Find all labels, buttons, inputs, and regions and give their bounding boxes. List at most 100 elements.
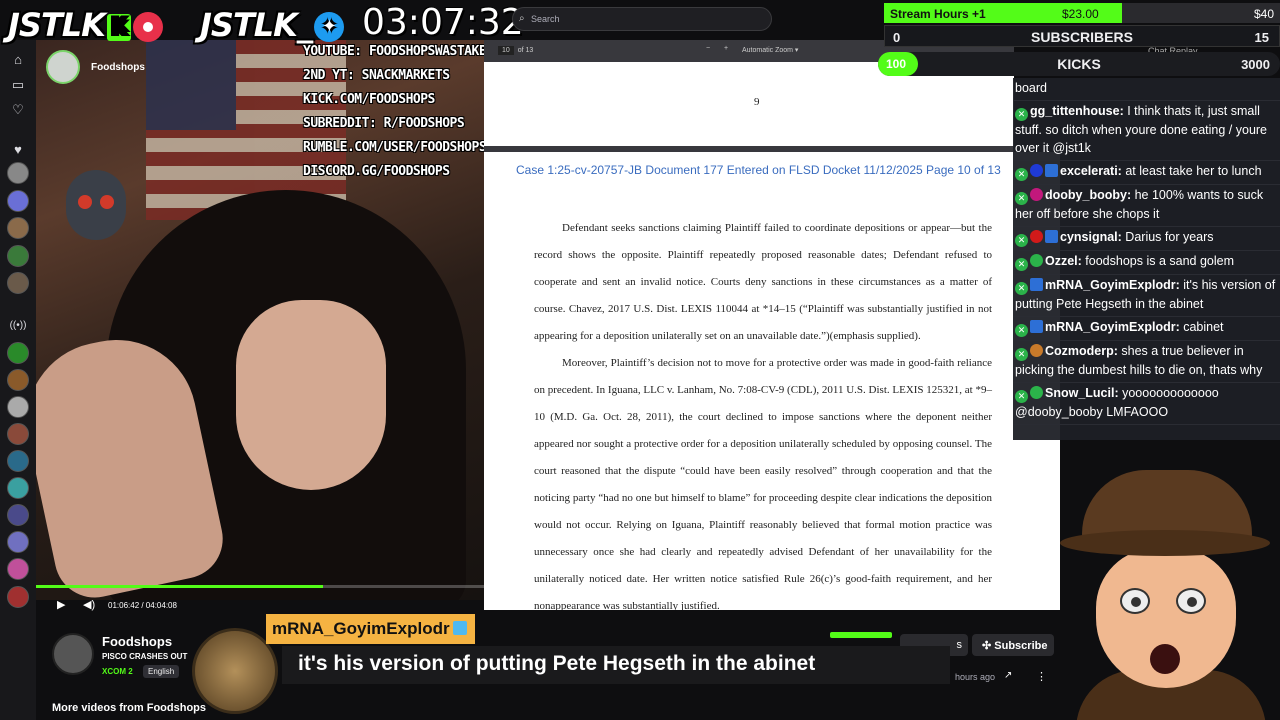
play-icon[interactable]: ▶ xyxy=(57,598,65,611)
fullscreen-icon[interactable]: ⛶ xyxy=(982,598,990,611)
channel-avatar[interactable] xyxy=(52,633,94,675)
video-progress-bar[interactable] xyxy=(36,585,1060,588)
chat-text: Darius for years xyxy=(1121,230,1214,244)
live-channel-avatar[interactable] xyxy=(7,423,29,445)
highlight-message: it's his version of putting Pete Hegseth… xyxy=(282,646,950,684)
chat-username[interactable]: Snow_Lucil: xyxy=(1045,386,1119,400)
zoom-out-icon[interactable]: − xyxy=(706,45,710,52)
speed-icon[interactable]: ◉ xyxy=(1009,598,1019,611)
screen: ⌂ ▭ ♡ ♥ ((•)) Foodshops JSTLKK JSTLK_✦ xyxy=(0,0,1280,720)
user-badge-icon xyxy=(1030,230,1043,243)
verified-badge-icon xyxy=(1030,320,1043,333)
kicks-target: 3000 xyxy=(1241,57,1270,72)
chat-message: ✕ Cozmoderp: shes a true believer in pick… xyxy=(1013,341,1280,383)
live-channel-avatar[interactable] xyxy=(7,342,29,364)
stream-hours-goal: Stream Hours +1 $23.00 $40 xyxy=(884,3,1280,23)
subscribers-goal: 0 SUBSCRIBERS 15 xyxy=(884,25,1280,47)
stream-age: hours ago xyxy=(955,672,996,682)
more-videos-heading: More videos from Foodshops xyxy=(52,702,207,714)
moderator-badge-icon: ✕ xyxy=(1015,192,1028,205)
live-channel-avatar[interactable] xyxy=(7,450,29,472)
moderator-badge-icon: ✕ xyxy=(1015,168,1028,181)
goal-current: $23.00 xyxy=(1062,7,1099,21)
chapters-icon[interactable]: ▭ xyxy=(902,598,912,611)
logo-text: JSTLK_ xyxy=(200,6,313,44)
following-icon[interactable]: ♡ xyxy=(8,100,28,120)
social-link: DISCORD.GG/FOODSHOPS xyxy=(303,164,450,179)
pdf-current-page: Case 1:25-cv-20757-JB Document 177 Enter… xyxy=(484,152,1060,610)
plush-toy-image xyxy=(66,170,126,240)
chat-username[interactable]: gg_tittenhouse: xyxy=(1030,104,1124,118)
live-channel-avatar[interactable] xyxy=(7,477,29,499)
volume-icon[interactable]: ◀) xyxy=(83,598,95,611)
goal-label: Stream Hours +1 xyxy=(890,7,986,21)
chat-text: board xyxy=(1015,81,1047,95)
live-channel-avatar[interactable] xyxy=(7,558,29,580)
highlight-username-text: mRNA_GoyimExplodr xyxy=(272,619,450,638)
verified-badge-icon xyxy=(1030,278,1043,291)
zoom-value: Automatic Zoom xyxy=(742,47,793,54)
moderator-badge-icon: ✕ xyxy=(1015,348,1028,361)
record-icon xyxy=(133,12,164,42)
chat-message: board xyxy=(1013,78,1280,101)
chat-text: at least take her to lunch xyxy=(1121,164,1262,178)
kicks-goal: 100 KICKS 3000 xyxy=(878,52,1280,76)
pdf-page-input[interactable]: 10 xyxy=(498,46,514,55)
followed-channel-avatar[interactable] xyxy=(7,272,29,294)
chat-username[interactable]: mRNA_GoyimExplodr: xyxy=(1045,278,1180,292)
stream-clock: 03:07:32 xyxy=(362,2,524,43)
moderator-badge-icon: ✕ xyxy=(1015,234,1028,247)
subscriber-badge-icon xyxy=(1045,230,1058,243)
home-icon[interactable]: ⌂ xyxy=(8,50,28,70)
zoom-select[interactable]: Automatic Zoom ▾ xyxy=(742,46,798,54)
pdf-page-number: 9 xyxy=(754,96,760,108)
logo-text: JSTLK xyxy=(8,6,106,44)
live-channel-avatar[interactable] xyxy=(7,531,29,553)
live-icon[interactable]: ((•)) xyxy=(8,316,28,336)
theatre-mode-icon[interactable]: ▭ xyxy=(955,598,965,611)
chat-message: ✕ dooby_booby: he 100% wants to suck her … xyxy=(1013,185,1280,227)
live-channel-avatar[interactable] xyxy=(7,396,29,418)
live-channel-avatar[interactable] xyxy=(7,586,29,608)
kicks-label: KICKS xyxy=(1057,56,1101,72)
subscriber-badge-icon xyxy=(1045,164,1058,177)
more-options-icon[interactable]: ⋮ xyxy=(1036,670,1047,683)
followed-channel-avatar[interactable] xyxy=(7,217,29,239)
left-sidebar: ⌂ ▭ ♡ ♥ ((•)) xyxy=(0,40,36,720)
user-badge-icon xyxy=(1030,188,1043,201)
channel-name[interactable]: Foodshops xyxy=(102,634,172,649)
language-tag[interactable]: English xyxy=(143,665,180,678)
subscribe-button[interactable]: ✣ Subscribe xyxy=(972,634,1054,656)
chat-message: ✕ excelerati: at least take her to lunch xyxy=(1013,161,1280,185)
user-badge-icon xyxy=(1030,164,1043,177)
heart-icon[interactable]: ♥ xyxy=(8,140,28,160)
stream-category[interactable]: XCOM 2 xyxy=(102,667,133,676)
jstlk-kick-logo: JSTLK K xyxy=(8,6,164,44)
follow-button[interactable] xyxy=(830,632,892,638)
moderator-badge-icon: ✕ xyxy=(1015,390,1028,403)
chat-username[interactable]: Cozmoderp: xyxy=(1045,344,1118,358)
share-icon[interactable]: ↗ xyxy=(1004,670,1012,681)
clip-icon[interactable]: ▭ xyxy=(927,598,937,611)
chat-username[interactable]: cynsignal: xyxy=(1060,230,1122,244)
settings-gear-icon[interactable]: ⚙ xyxy=(1037,598,1047,611)
kick-logo-icon: K xyxy=(106,13,132,41)
chat-username[interactable]: Ozzel: xyxy=(1045,254,1082,268)
followed-channel-avatar[interactable] xyxy=(7,245,29,267)
moderator-badge-icon: ✕ xyxy=(1015,258,1028,271)
chat-username[interactable]: dooby_booby: xyxy=(1045,188,1131,202)
followed-channel-avatar[interactable] xyxy=(7,162,29,184)
goal-target: $40 xyxy=(1253,7,1274,21)
browse-icon[interactable]: ▭ xyxy=(8,75,28,95)
chat-username[interactable]: excelerati: xyxy=(1060,164,1122,178)
search-input[interactable]: ⌕ Search xyxy=(512,7,772,31)
streamer-name: Foodshops xyxy=(91,62,145,73)
chat-username[interactable]: mRNA_GoyimExplodr: xyxy=(1045,320,1180,334)
followed-channel-avatar[interactable] xyxy=(7,190,29,212)
zoom-in-icon[interactable]: + xyxy=(724,45,728,52)
live-channel-avatar[interactable] xyxy=(7,369,29,391)
social-link: KICK.COM/FOODSHOPS xyxy=(303,92,435,107)
pdf-page-count: of 13 xyxy=(517,47,534,54)
live-channel-avatar[interactable] xyxy=(7,504,29,526)
chat-message: ✕ mRNA_GoyimExplodr: cabinet xyxy=(1013,317,1280,341)
